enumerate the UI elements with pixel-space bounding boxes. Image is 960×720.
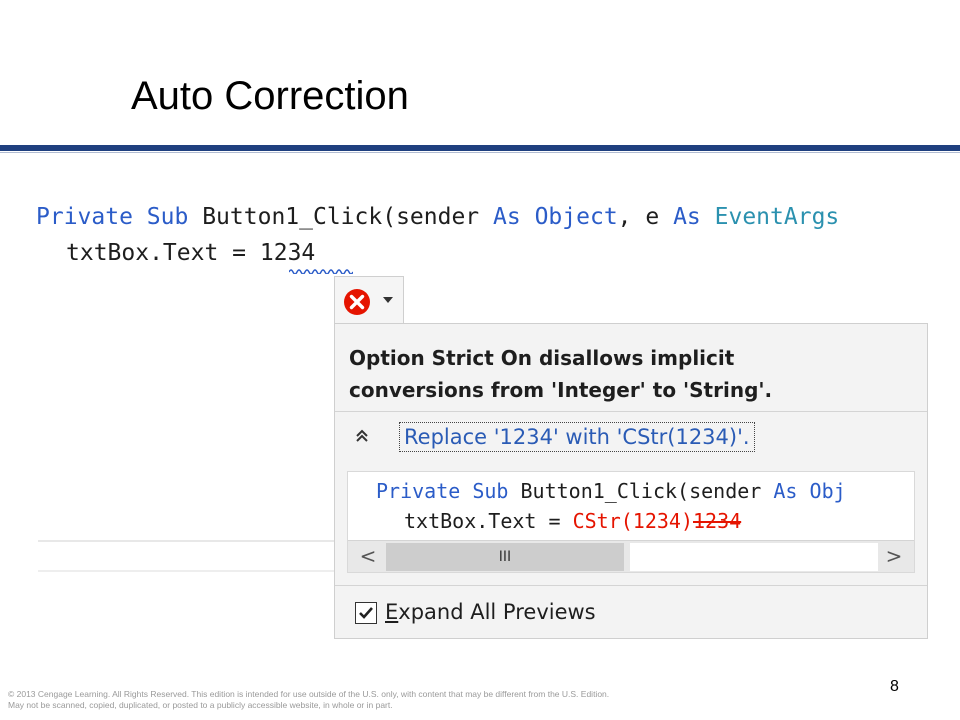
keyword-sub: Sub [146, 204, 189, 230]
horizontal-scrollbar[interactable]: < III > [348, 540, 914, 572]
scroll-left-button[interactable]: < [352, 541, 384, 572]
keyword-as: As [773, 479, 798, 503]
error-message-line-2: conversions from 'Integer' to 'String'. [349, 378, 773, 402]
scrollbar-track[interactable] [630, 543, 878, 571]
expand-all-checkbox[interactable] [355, 602, 377, 624]
scrollbar-thumb[interactable]: III [386, 543, 624, 571]
code-line-2[interactable]: txtBox.Text = 1234 [66, 240, 315, 266]
checkmark-icon [359, 607, 373, 619]
replace-action-link[interactable]: Replace '1234' with 'CStr(1234)'. [399, 422, 755, 452]
type-object-truncated: Obj [809, 479, 846, 503]
method-signature: Button1_Click(sender [520, 479, 762, 503]
title-divider-shadow [0, 152, 960, 153]
title-divider [0, 145, 960, 151]
preview-line-1: Private Sub Button1_Click(sender As Obj [376, 479, 846, 503]
error-value[interactable]: 1234 [260, 240, 315, 266]
method-signature: Button1_Click(sender [202, 204, 480, 230]
panel-divider [335, 411, 927, 412]
assignment-text: txtBox.Text = [404, 509, 573, 533]
expand-all-label[interactable]: Expand All Previews [385, 600, 596, 624]
footer-line-2: May not be scanned, copied, duplicated, … [8, 700, 393, 710]
param-e: , e [617, 204, 660, 230]
type-object: Object [534, 204, 618, 230]
footer-line-1: © 2013 Cengage Learning. All Rights Rese… [8, 689, 610, 699]
slide-title: Auto Correction [131, 74, 409, 118]
expand-all-label-text: xpand All Previews [398, 600, 596, 624]
code-preview: Private Sub Button1_Click(sender As Obj … [347, 471, 915, 573]
page-number: 8 [890, 678, 899, 695]
editor-separator [38, 570, 334, 572]
copyright-footer: © 2013 Cengage Learning. All Rights Rese… [8, 689, 798, 711]
removed-code: 1234 [693, 509, 742, 533]
preview-line-2: txtBox.Text = CStr(1234)1234 [404, 509, 741, 533]
keyword-private: Private [36, 204, 133, 230]
error-lightbulb-button[interactable] [334, 276, 404, 324]
error-circle-icon [344, 289, 370, 315]
keyword-sub: Sub [472, 479, 509, 503]
keyword-private: Private [376, 479, 461, 503]
quick-actions-panel: Option Strict On disallows implicit conv… [334, 323, 928, 639]
code-line-1: Private Sub Button1_Click(sender As Obje… [36, 204, 928, 230]
scroll-right-button[interactable]: > [878, 541, 910, 572]
panel-divider [335, 585, 927, 586]
editor-separator [38, 540, 334, 542]
error-squiggle [289, 269, 353, 274]
keyword-as-2: As [673, 204, 701, 230]
keyword-as-1: As [493, 204, 521, 230]
error-message: Option Strict On disallows implicit conv… [349, 342, 772, 406]
collapse-icon[interactable] [355, 428, 369, 448]
type-eventargs: EventArgs [714, 204, 840, 230]
assignment-text: txtBox.Text = [66, 240, 260, 266]
accelerator-key: E [385, 600, 399, 624]
chevron-down-icon[interactable] [383, 297, 393, 303]
inserted-code: CStr(1234) [572, 509, 693, 533]
error-message-line-1: Option Strict On disallows implicit [349, 346, 735, 370]
double-chevron-up-icon [356, 429, 368, 442]
